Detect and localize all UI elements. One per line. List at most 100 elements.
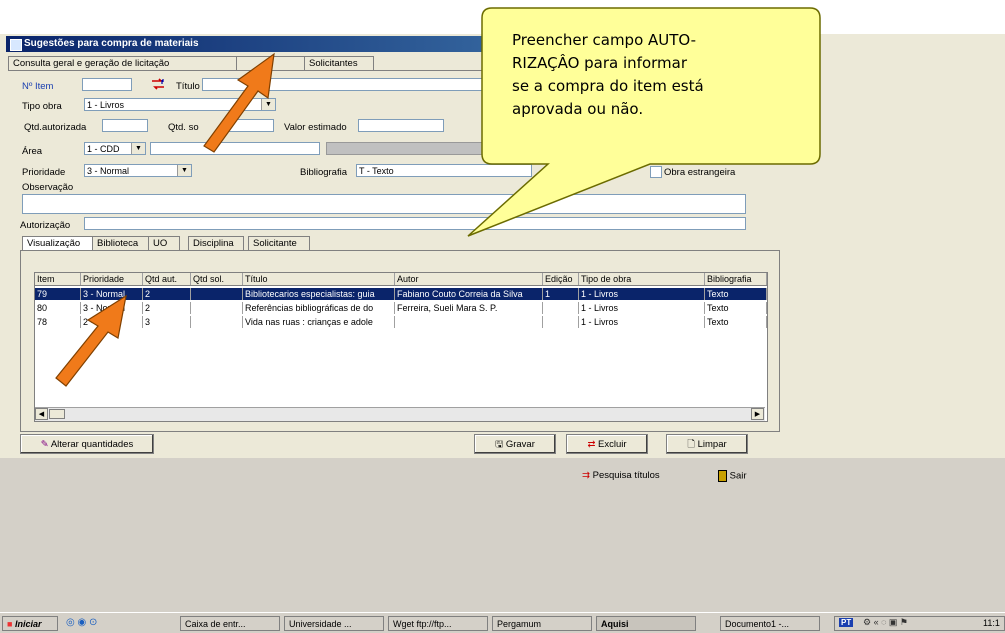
tab-solicitantes[interactable]: Solicitantes xyxy=(304,56,374,71)
observacao-label: Observação xyxy=(22,182,74,193)
scroll-thumb[interactable] xyxy=(49,409,65,419)
excluir-button[interactable]: ⇄ Excluir xyxy=(566,434,648,454)
arrow-shape xyxy=(55,294,127,387)
taskbar-item[interactable]: Caixa de entr... xyxy=(180,616,280,631)
delete-icon: ⇄ xyxy=(587,439,596,450)
screen: { "window": { "title": "Sugestões para c… xyxy=(0,0,1005,633)
tray-icons[interactable]: ⚙ « ◌ ▣ ⚑ xyxy=(863,617,908,628)
callout-line: Preencher campo AUTO- xyxy=(512,31,697,49)
col-prioridade[interactable]: Prioridade xyxy=(81,273,143,285)
area-value: 1 - CDD xyxy=(87,144,120,154)
col-item[interactable]: Item xyxy=(35,273,81,285)
prioridade-select[interactable]: 3 - Normal ▼ xyxy=(84,164,192,177)
autorizacao-label: Autorização xyxy=(20,220,71,231)
cell: Texto xyxy=(705,288,767,300)
quick-launch-icons[interactable]: ◎ ◉ ⊙ xyxy=(66,617,126,630)
qtd-autorizada-label: Qtd.autorizada xyxy=(24,122,87,133)
cell: 2 xyxy=(143,302,191,314)
taskbar-item-active[interactable]: Aquisi xyxy=(596,616,696,631)
excluir-label: Excluir xyxy=(598,439,627,450)
horizontal-scrollbar[interactable]: ◀ ▶ xyxy=(35,407,765,421)
item-label: Nº Item xyxy=(22,81,54,92)
col-qtd-sol[interactable]: Qtd sol. xyxy=(191,273,243,285)
cell: 1 - Livros xyxy=(579,316,705,328)
arrow-pointer-bottom xyxy=(55,294,127,387)
tab-biblioteca[interactable]: Biblioteca xyxy=(92,236,150,251)
tab-disciplina[interactable]: Disciplina xyxy=(188,236,244,251)
clock: 11:1 xyxy=(983,618,1000,628)
item-input[interactable] xyxy=(82,78,132,91)
scroll-left-icon[interactable]: ◀ xyxy=(35,408,48,420)
taskbar-item[interactable]: Pergamum xyxy=(492,616,592,631)
callout-text: Preencher campo AUTO- RIZAÇÂO para infor… xyxy=(512,29,704,121)
valor-estimado-label: Valor estimado xyxy=(284,122,347,133)
scroll-right-icon[interactable]: ▶ xyxy=(751,408,764,420)
gravar-button[interactable]: 🖫 Gravar xyxy=(474,434,556,454)
limpar-button[interactable]: 🗋 Limpar xyxy=(666,434,748,454)
cell xyxy=(191,302,243,314)
gravar-label: Gravar xyxy=(505,439,535,450)
cell: 3 xyxy=(143,316,191,328)
taskbar-item[interactable]: Universidade ... xyxy=(284,616,384,631)
alterar-label: Alterar quantidades xyxy=(50,439,134,450)
pesquisa-label: Pesquisa títulos xyxy=(592,470,660,481)
callout-line: se a compra do item está xyxy=(512,77,704,95)
arrow-pointer-top xyxy=(203,52,275,153)
start-label: Iniciar xyxy=(14,619,42,629)
col-bibliografia[interactable]: Bibliografia xyxy=(705,273,767,285)
cell xyxy=(543,316,579,328)
tipo-obra-value: 1 - Livros xyxy=(87,100,125,110)
cell xyxy=(191,316,243,328)
area-select[interactable]: 1 - CDD ▼ xyxy=(84,142,146,155)
tab-solicitante[interactable]: Solicitante xyxy=(248,236,310,251)
limpar-label: Limpar xyxy=(697,439,727,450)
cell: Texto xyxy=(705,302,767,314)
prioridade-label: Prioridade xyxy=(22,167,66,178)
bibliografia-label: Bibliografia xyxy=(300,167,347,178)
callout-line: aprovada ou não. xyxy=(512,100,644,118)
cell: Fabiano Couto Correia da Silva xyxy=(395,288,543,300)
tools-icon: ✎ xyxy=(40,439,49,450)
cell: Ferreira, Sueli Mara S. P. xyxy=(395,302,543,314)
cell: Referências bibliográficas de do xyxy=(243,302,395,314)
cell: 1 xyxy=(543,288,579,300)
swap-icon[interactable] xyxy=(150,78,166,91)
pesquisa-titulos-link[interactable]: ⇉ Pesquisa títulos xyxy=(582,470,660,481)
chevron-down-icon[interactable]: ▼ xyxy=(131,143,145,154)
qtd-autorizada-input[interactable] xyxy=(102,119,148,132)
cell xyxy=(395,316,543,328)
clear-icon: 🗋 xyxy=(687,439,695,450)
taskbar-item[interactable]: Wget ftp://ftp... xyxy=(388,616,488,631)
arrow-shape xyxy=(203,52,275,153)
cell: 1 - Livros xyxy=(579,288,705,300)
desktop-area xyxy=(0,458,1005,612)
prioridade-value: 3 - Normal xyxy=(87,166,130,176)
chevron-down-icon[interactable]: ▼ xyxy=(177,165,191,176)
windows-logo-icon: ■ xyxy=(7,619,13,629)
window-title: Sugestões para compra de materiais xyxy=(24,38,199,49)
cell: Vida nas ruas : crianças e adole xyxy=(243,316,395,328)
app-icon xyxy=(10,39,22,51)
col-titulo[interactable]: Título xyxy=(243,273,395,285)
alterar-quantidades-button[interactable]: ✎ Alterar quantidades xyxy=(20,434,154,454)
sair-link[interactable]: Sair xyxy=(718,470,747,482)
tab-visualizacao[interactable]: Visualização xyxy=(22,236,94,251)
col-edicao[interactable]: Edição xyxy=(543,273,579,285)
search-icon: ⇉ xyxy=(582,470,590,481)
table-header: Item Prioridade Qtd aut. Qtd sol. Título… xyxy=(35,273,767,286)
exit-door-icon xyxy=(718,470,727,482)
col-tipo-obra[interactable]: Tipo de obra xyxy=(579,273,705,285)
start-button[interactable]: ■ Iniciar xyxy=(2,616,58,631)
cell: 2 xyxy=(143,288,191,300)
system-tray: PT ⚙ « ◌ ▣ ⚑ 11:1 xyxy=(834,616,1005,631)
cell: 1 - Livros xyxy=(579,302,705,314)
col-autor[interactable]: Autor xyxy=(395,273,543,285)
valor-estimado-input[interactable] xyxy=(358,119,444,132)
cell xyxy=(191,288,243,300)
cell: Bibliotecarios especialistas: guia xyxy=(243,288,395,300)
col-qtd-aut[interactable]: Qtd aut. xyxy=(143,273,191,285)
tab-uo[interactable]: UO xyxy=(148,236,180,251)
language-indicator[interactable]: PT xyxy=(839,618,854,627)
cell: Texto xyxy=(705,316,767,328)
taskbar-item[interactable]: Documento1 -... xyxy=(720,616,820,631)
